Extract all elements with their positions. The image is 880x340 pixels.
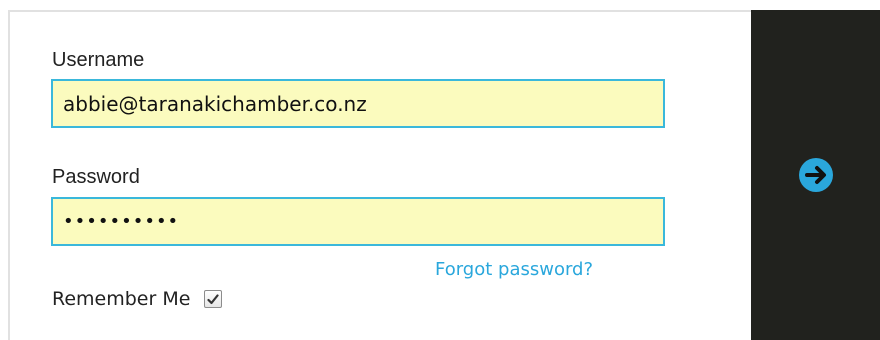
arrow-right-circle-icon bbox=[798, 157, 834, 193]
password-label: Password bbox=[52, 166, 140, 188]
username-input[interactable] bbox=[51, 79, 665, 128]
remember-me-row: Remember Me bbox=[52, 288, 223, 310]
remember-me-label: Remember Me bbox=[52, 288, 191, 310]
submit-button[interactable] bbox=[751, 10, 880, 340]
forgot-password-link[interactable]: Forgot password? bbox=[435, 259, 593, 280]
username-label: Username bbox=[52, 49, 145, 71]
login-form: Username Password Forgot password? Remem… bbox=[8, 10, 751, 340]
remember-me-checkbox[interactable] bbox=[204, 290, 223, 308]
checkmark-icon bbox=[207, 293, 220, 304]
password-input[interactable] bbox=[51, 197, 665, 246]
